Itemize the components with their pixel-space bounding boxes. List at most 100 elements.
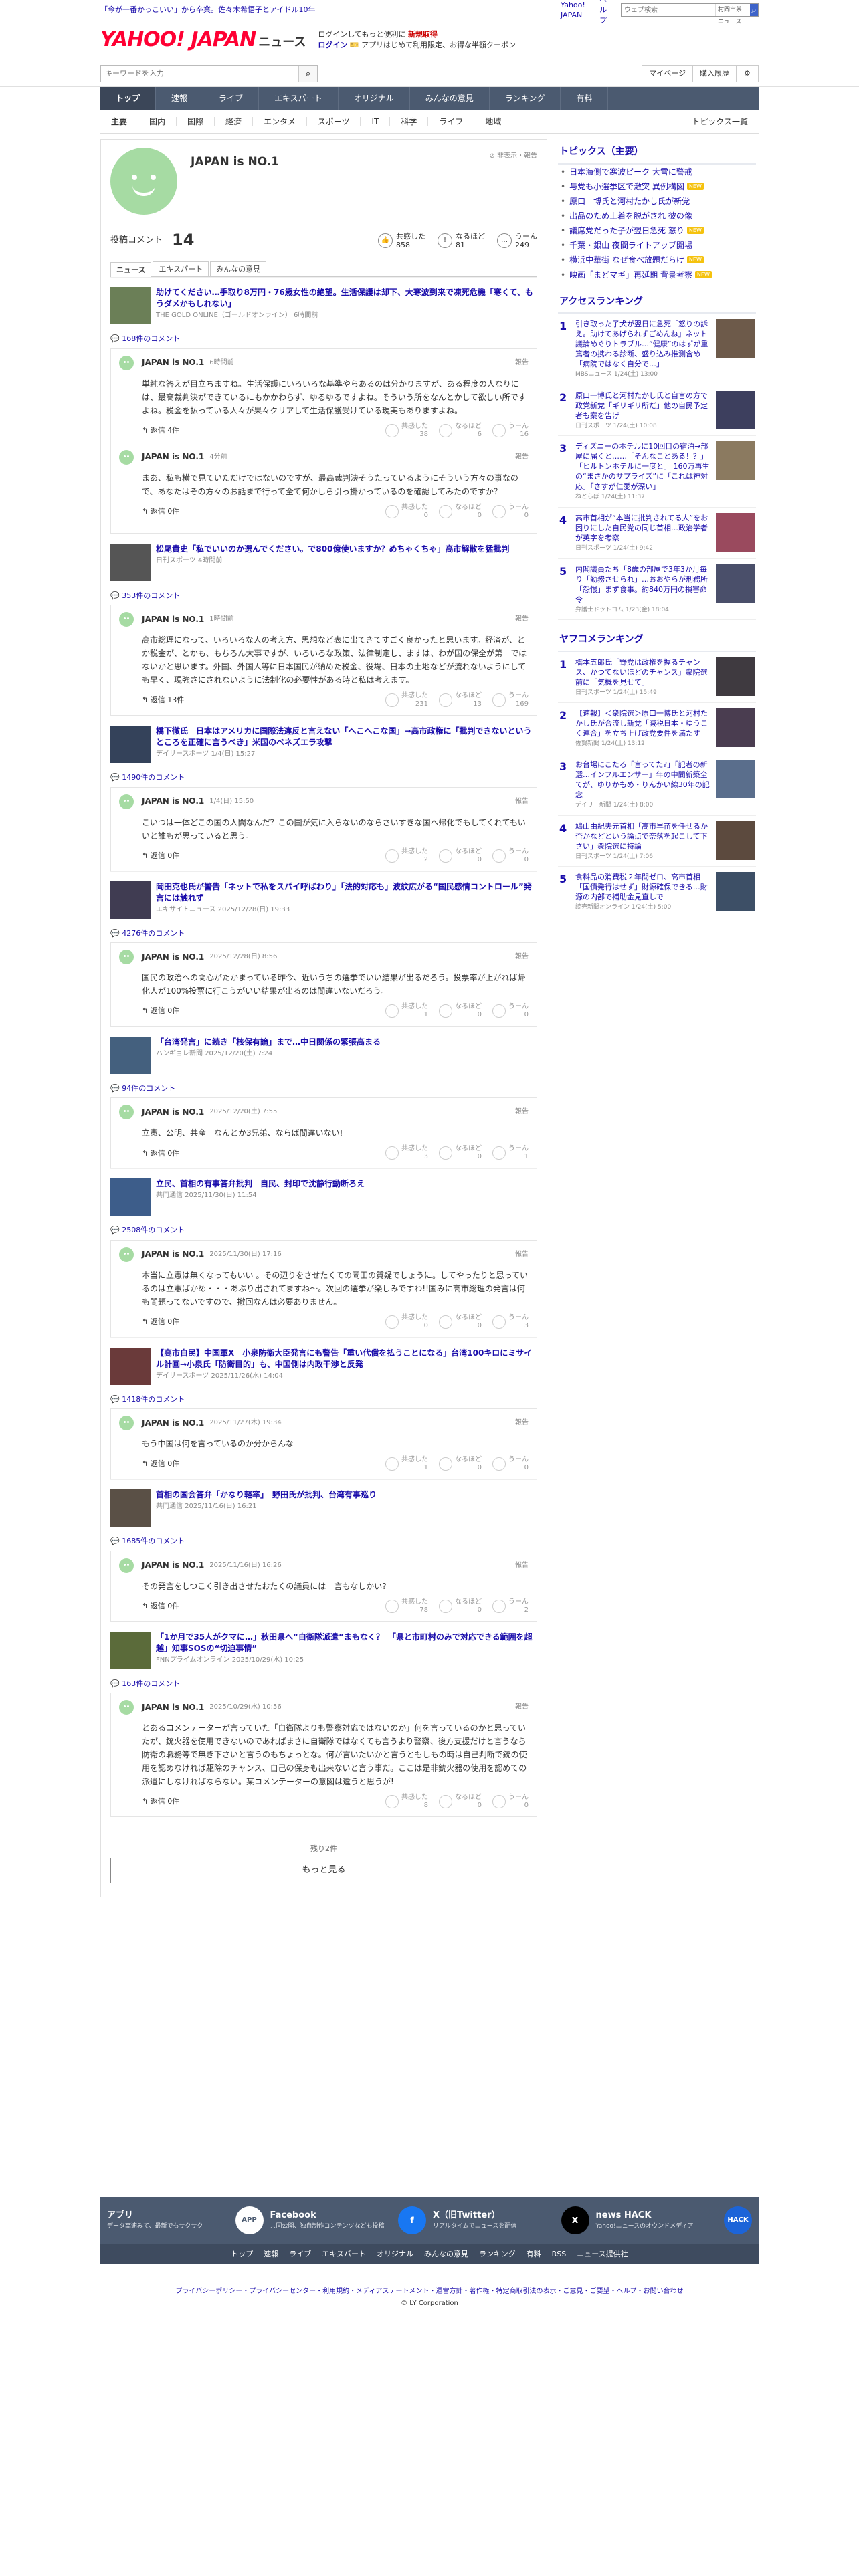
- nav-top[interactable]: トップ: [100, 87, 157, 110]
- footer-link[interactable]: ランキング: [479, 2250, 516, 2258]
- reply-button[interactable]: ↰ 返信 0件: [142, 1796, 179, 1806]
- comment-ranking-heading[interactable]: ヤフコメランキング: [558, 627, 756, 652]
- article-thumbnail[interactable]: [110, 1036, 151, 1074]
- topic-item[interactable]: • 議席党だった子が翌日急死 怒り NEW: [558, 223, 756, 238]
- topic-item[interactable]: • 映画「まどマギ」再延期 背景考察 NEW: [558, 267, 756, 282]
- vote-insight-button[interactable]: なるほど 0: [439, 1314, 482, 1330]
- reply-button[interactable]: ↰ 返信 0件: [142, 1601, 179, 1611]
- article-thumbnail[interactable]: [110, 881, 151, 919]
- vote-hmm-button[interactable]: うーん 0: [492, 504, 529, 520]
- report-link[interactable]: 報告: [515, 1561, 529, 1570]
- footer-link[interactable]: 速報: [264, 2250, 278, 2258]
- comment-count-link[interactable]: 💬 4276件のコメント: [110, 928, 537, 938]
- report-link[interactable]: 報告: [515, 615, 529, 624]
- vote-empathy-button[interactable]: 共感した 1: [385, 1456, 428, 1472]
- vote-insight-button[interactable]: なるほど 13: [439, 692, 482, 708]
- yahoo-news-logo[interactable]: YAHOO! JAPAN ニュース: [100, 26, 306, 54]
- subnav-sports[interactable]: スポーツ: [307, 116, 361, 126]
- footer-x-link[interactable]: X（旧Twitter） リアルタイムでニュースを配信 X: [433, 2206, 589, 2234]
- footer-link[interactable]: みんなの意見: [424, 2250, 468, 2258]
- article-title[interactable]: 助けてください…手取り8万円・76歳女性の絶望。生活保護は却下、大寒波到来で凍死…: [156, 287, 537, 310]
- comment-author[interactable]: JAPAN is NO.1: [142, 1560, 204, 1571]
- web-search-scope[interactable]: 村岡市茶 ニュース: [715, 4, 750, 25]
- subnav-entertainment[interactable]: エンタメ: [253, 116, 307, 126]
- topics-list-link[interactable]: トピックス一覧: [681, 117, 759, 126]
- purchase-history-button[interactable]: 購入履歴: [692, 64, 737, 82]
- top-promo-link[interactable]: 「今が一番かっこいい」から卒業。佐々木希悟子とアイドル10年: [100, 5, 315, 15]
- ranking-item[interactable]: 3 ディズニーのホテルに10回目の宿泊→部屋に届くと……「そんなことある！？」「ヒ…: [558, 436, 756, 508]
- reply-button[interactable]: ↰ 返信 0件: [142, 1148, 179, 1158]
- article-title[interactable]: 松尾貴史「私でいいのか選んでください。で800億使いますか？めちゃくちゃ」高市解…: [156, 544, 509, 555]
- footer-link[interactable]: オリジナル: [377, 2250, 413, 2258]
- vote-insight-button[interactable]: なるほど 0: [439, 1456, 482, 1472]
- coupon-text[interactable]: アプリはじめて利用限定、お得な半額クーポン: [361, 41, 516, 49]
- vote-insight-button[interactable]: なるほど 0: [439, 504, 482, 520]
- ranking-item[interactable]: 4 高市首相が“本当に批判されてる人”をお困りにした自民党の同じ首相…政治学者が英…: [558, 508, 756, 559]
- nav-expert[interactable]: エキスパート: [259, 87, 339, 110]
- comment-count-link[interactable]: 💬 2508件のコメント: [110, 1225, 537, 1235]
- vote-empathy-button[interactable]: 共感した 0: [385, 504, 428, 520]
- nav-original[interactable]: オリジナル: [339, 87, 410, 110]
- signup-link[interactable]: 新規取得: [408, 30, 438, 39]
- ranking-item[interactable]: 1 橋本五郎氏「野党は政権を握るチャンス、かつてないほどのチャンス」衆院選前に「気…: [558, 652, 756, 704]
- report-link[interactable]: 報告: [515, 453, 529, 462]
- topic-item[interactable]: • 日本海側で寒波ピーク 大雪に警戒: [558, 165, 756, 179]
- reply-button[interactable]: ↰ 返信 0件: [142, 1459, 179, 1469]
- ranking-item[interactable]: 2 原口一博氏と河村たかし氏と自言の方で 政党新党「ギリギリ所だ」他の自民予定者も…: [558, 385, 756, 437]
- comment-author[interactable]: JAPAN is NO.1: [142, 357, 204, 368]
- footer-newshack-link[interactable]: news HACK Yahoo!ニュースのオウンドメディア HACK: [596, 2206, 752, 2234]
- vote-hmm-button[interactable]: うーん 0: [492, 1794, 529, 1810]
- reply-button[interactable]: ↰ 返信 0件: [142, 506, 179, 516]
- vote-empathy-button[interactable]: 共感した 38: [385, 423, 428, 439]
- vote-hmm-button[interactable]: うーん 0: [492, 1003, 529, 1019]
- article-title[interactable]: 岡田克也氏が警告「ネットで私をスパイ呼ばわり」「法的対応も」波紋広がる“国民感情…: [156, 881, 537, 904]
- comment-count-link[interactable]: 💬 1685件のコメント: [110, 1536, 537, 1546]
- search-icon[interactable]: ⌕: [298, 65, 317, 82]
- comment-author[interactable]: JAPAN is NO.1: [142, 1249, 204, 1260]
- vote-hmm-button[interactable]: うーん 169: [492, 692, 529, 708]
- topic-item[interactable]: • 出品のため上着を脱がされ 彼の像: [558, 209, 756, 223]
- news-search-input[interactable]: [101, 65, 298, 82]
- subnav-main[interactable]: 主要: [100, 116, 139, 126]
- gear-icon[interactable]: ⚙: [736, 64, 759, 82]
- footer-link[interactable]: 有料: [527, 2250, 541, 2258]
- ranking-item[interactable]: 2 【速報】＜衆院選＞原口一博氏と河村たかし氏が合流し新党「減税日本・ゆうこく連合…: [558, 703, 756, 754]
- mypage-button[interactable]: マイページ: [642, 64, 693, 82]
- article-thumbnail[interactable]: [110, 287, 151, 325]
- yahoo-japan-link[interactable]: Yahoo! JAPAN: [561, 0, 593, 20]
- ranking-item[interactable]: 3 お台場にこたる「言ってた?」「記者の新選…インフルエンサー」年の中間新築全てが…: [558, 754, 756, 816]
- report-link[interactable]: 報告: [515, 797, 529, 807]
- more-button[interactable]: もっと見る: [110, 1858, 537, 1884]
- topics-heading[interactable]: トピックス（主要）: [558, 139, 756, 165]
- ranking-item[interactable]: 4 鳩山由紀夫元首相「高市早苗を任せるか否かなどという論点で奈落を起こして下さい」…: [558, 816, 756, 867]
- report-link[interactable]: 報告: [515, 1250, 529, 1259]
- vote-empathy-button[interactable]: 共感した 0: [385, 1314, 428, 1330]
- vote-empathy-button[interactable]: 共感した 1: [385, 1003, 428, 1019]
- web-search-input[interactable]: [622, 4, 715, 16]
- vote-hmm-button[interactable]: うーん 16: [492, 423, 529, 439]
- vote-hmm-button[interactable]: うーん 0: [492, 848, 529, 864]
- ranking-item[interactable]: 5 食料品の消費税２年間ゼロ、高市首相「国債発行はせず」財源確保できる…財源の内部…: [558, 867, 756, 918]
- comment-author[interactable]: JAPAN is NO.1: [142, 1418, 204, 1429]
- footer-facebook-link[interactable]: Facebook 共同公開、独自制作コンテンツなども投稿 f: [270, 2206, 426, 2234]
- help-link[interactable]: ヘルプ: [599, 0, 614, 25]
- subnav-life[interactable]: ライフ: [428, 116, 475, 126]
- comment-count-link[interactable]: 💬 1418件のコメント: [110, 1394, 537, 1404]
- subnav-economy[interactable]: 経済: [215, 116, 254, 126]
- article-title[interactable]: 立民、首相の有事答弁批判 自民、封印で沈静行動断ろえ: [156, 1178, 365, 1190]
- subnav-local[interactable]: 地域: [474, 116, 513, 126]
- comment-author[interactable]: JAPAN is NO.1: [142, 614, 204, 625]
- reply-button[interactable]: ↰ 返信 0件: [142, 851, 179, 861]
- nav-breaking[interactable]: 速報: [156, 87, 204, 110]
- tab-opinion[interactable]: みんなの意見: [210, 261, 267, 277]
- access-ranking-heading[interactable]: アクセスランキング: [558, 289, 756, 314]
- article-thumbnail[interactable]: [110, 543, 151, 581]
- vote-empathy-button[interactable]: 共感した 231: [385, 692, 428, 708]
- nav-opinion[interactable]: みんなの意見: [410, 87, 490, 110]
- article-thumbnail[interactable]: [110, 1178, 151, 1216]
- topic-item[interactable]: • 原口一博氏と河村たかし氏が新党: [558, 194, 756, 209]
- vote-hmm-button[interactable]: うーん 1: [492, 1145, 529, 1161]
- legal-links[interactable]: プライバシーポリシー・プライバシーセンター・利用規約・メディアステートメント・運…: [100, 2287, 759, 2296]
- report-link[interactable]: 報告: [515, 358, 529, 368]
- article-title[interactable]: 首相の国会答弁「かなり軽率」 野田氏が批判、台湾有事巡り: [156, 1489, 377, 1501]
